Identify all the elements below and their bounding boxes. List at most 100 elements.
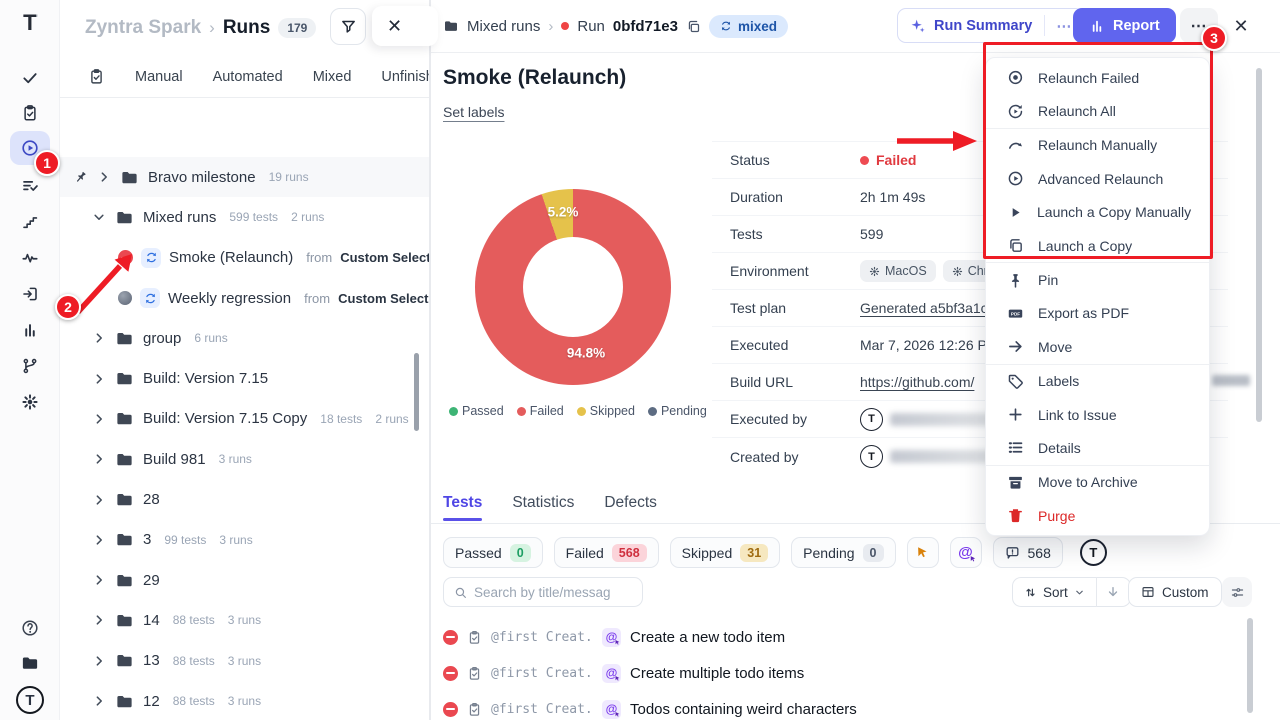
tree-item-28[interactable]: 28 [60, 479, 430, 519]
run-label: Smoke (Relaunch) [169, 249, 293, 266]
breadcrumb-folder[interactable]: Mixed runs [467, 18, 540, 35]
set-labels-link[interactable]: Set labels [443, 104, 504, 120]
app-logo[interactable]: T' [23, 10, 37, 36]
chevron-right-icon[interactable] [92, 372, 106, 386]
sign-in-icon[interactable] [21, 285, 39, 303]
sort-button[interactable]: Sort [1013, 585, 1096, 600]
tab-tests[interactable]: Tests [443, 494, 482, 512]
chevron-right-icon[interactable] [92, 613, 106, 627]
list-scrollbar[interactable] [1247, 618, 1253, 713]
tree-scrollbar[interactable] [414, 353, 419, 431]
custom-columns-button[interactable]: Custom [1128, 577, 1222, 607]
pin-icon [1007, 272, 1024, 289]
at-cursor-filter[interactable]: @ [950, 537, 982, 568]
chevron-right-icon[interactable] [92, 654, 106, 668]
view-settings-button[interactable] [1222, 577, 1252, 607]
filter-button[interactable] [330, 8, 366, 45]
menu-item-labels[interactable]: Labels [986, 365, 1209, 398]
help-icon[interactable] [21, 619, 40, 638]
menu-item-details[interactable]: Details [986, 431, 1209, 464]
check-icon[interactable] [22, 70, 39, 87]
tab-automated[interactable]: Automated [213, 69, 283, 85]
source-text: Custom Selectio [340, 250, 430, 265]
main-scrollbar[interactable] [1256, 68, 1262, 422]
test-title[interactable]: Create a new todo item [630, 629, 785, 646]
chevron-right-icon[interactable] [92, 533, 106, 547]
chevron-right-icon[interactable] [92, 412, 106, 426]
run-label: Weekly regression [168, 290, 291, 307]
test-row[interactable]: @first Creat... @ Todos containing weird… [443, 691, 1253, 720]
folders-icon[interactable] [21, 654, 40, 673]
folder-icon [115, 611, 134, 630]
project-name[interactable]: Zyntra Spark [85, 17, 201, 39]
menu-item-pin[interactable]: Pin [986, 263, 1209, 296]
tree-item-14[interactable]: 14 88 tests 3 runs [60, 600, 430, 640]
user-avatar[interactable]: T [1080, 539, 1107, 566]
testplan-link[interactable]: Generated a5bf3a1c [860, 300, 988, 316]
search-input[interactable] [474, 585, 629, 600]
menu-item-move[interactable]: Move [986, 330, 1209, 363]
tree-item-mixed-runs[interactable]: Mixed runs 599 tests 2 runs [60, 197, 430, 237]
at-badge-icon: @ [602, 628, 621, 647]
report-button[interactable]: Report [1073, 8, 1176, 43]
tree-item-bravo-milestone[interactable]: Bravo milestone 19 runs [60, 157, 430, 197]
tree-item-12[interactable]: 12 88 tests 3 runs [60, 681, 430, 720]
clipboard-icon [467, 666, 482, 681]
menu-item-move-archive[interactable]: Move to Archive [986, 466, 1209, 499]
chevron-down-icon[interactable] [92, 210, 106, 224]
filter-failed[interactable]: Failed568 [554, 537, 659, 568]
tree-item-3[interactable]: 3 99 tests 3 runs [60, 520, 430, 560]
failed-percent-label: 94.8% [567, 346, 605, 361]
test-title[interactable]: Todos containing weird characters [630, 701, 857, 718]
table-icon [1141, 585, 1155, 599]
env-chip-macos[interactable]: MacOS [860, 260, 936, 282]
close-run-icon[interactable]: ✕ [1228, 13, 1254, 39]
menu-item-export-pdf[interactable]: Export as PDF [986, 297, 1209, 330]
clipboard-check-icon[interactable] [21, 104, 39, 122]
tree-item-29[interactable]: 29 [60, 560, 430, 600]
branch-icon[interactable] [21, 357, 39, 375]
tree-item-group[interactable]: group 6 runs [60, 318, 430, 358]
chevron-right-icon[interactable] [92, 573, 106, 587]
folder-icon [115, 329, 134, 348]
pulse-icon[interactable] [21, 249, 39, 267]
comments-filter[interactable]: 568 [993, 537, 1063, 568]
chevron-right-icon[interactable] [92, 452, 106, 466]
filter-pending[interactable]: Pending0 [791, 537, 895, 568]
gear-icon[interactable] [21, 393, 39, 411]
tab-unfinished[interactable]: Unfinish [381, 69, 430, 85]
tree-item-build-715-copy[interactable]: Build: Version 7.15 Copy 18 tests 2 runs [60, 399, 430, 439]
chart-legend: Passed Failed Skipped Pending [449, 404, 707, 418]
account-logo-icon[interactable]: T [16, 686, 44, 714]
list-check-icon[interactable] [21, 177, 39, 195]
run-summary-button[interactable]: Run Summary ⋯ [897, 8, 1084, 43]
tab-statistics[interactable]: Statistics [512, 494, 574, 512]
tree-item-build-715[interactable]: Build: Version 7.15 [60, 358, 430, 398]
test-row[interactable]: @first Creat... @ Create multiple todo i… [443, 655, 1253, 691]
tab-manual[interactable]: Manual [135, 69, 183, 85]
filter-passed[interactable]: Passed0 [443, 537, 543, 568]
select-runs-icon[interactable] [88, 68, 105, 85]
search-box[interactable] [443, 577, 643, 607]
tests-list: @first Creat... @ Create a new todo item… [443, 619, 1253, 720]
menu-item-link-issue[interactable]: Link to Issue [986, 398, 1209, 431]
close-icon[interactable]: ✕ [387, 16, 402, 37]
buildurl-link[interactable]: https://github.com/ [860, 374, 974, 390]
test-title[interactable]: Create multiple todo items [630, 665, 804, 682]
menu-item-purge[interactable]: Purge [986, 499, 1209, 532]
chevron-right-icon[interactable] [92, 331, 106, 345]
chevron-right-icon[interactable] [97, 170, 111, 184]
tree-item-build-981[interactable]: Build 981 3 runs [60, 439, 430, 479]
tree-item-13[interactable]: 13 88 tests 3 runs [60, 641, 430, 681]
chevron-right-icon[interactable] [92, 694, 106, 708]
tab-mixed[interactable]: Mixed [313, 69, 352, 85]
tab-defects[interactable]: Defects [604, 494, 657, 512]
sort-direction-button[interactable] [1097, 585, 1130, 599]
filter-skipped[interactable]: Skipped31 [670, 537, 781, 568]
chevron-right-icon[interactable] [92, 493, 106, 507]
steps-icon[interactable] [22, 214, 39, 231]
bar-chart-icon[interactable] [21, 321, 39, 339]
test-row[interactable]: @first Creat... @ Create a new todo item [443, 619, 1253, 655]
copy-icon[interactable] [686, 19, 701, 34]
ai-cursor-filter[interactable] [907, 537, 939, 568]
